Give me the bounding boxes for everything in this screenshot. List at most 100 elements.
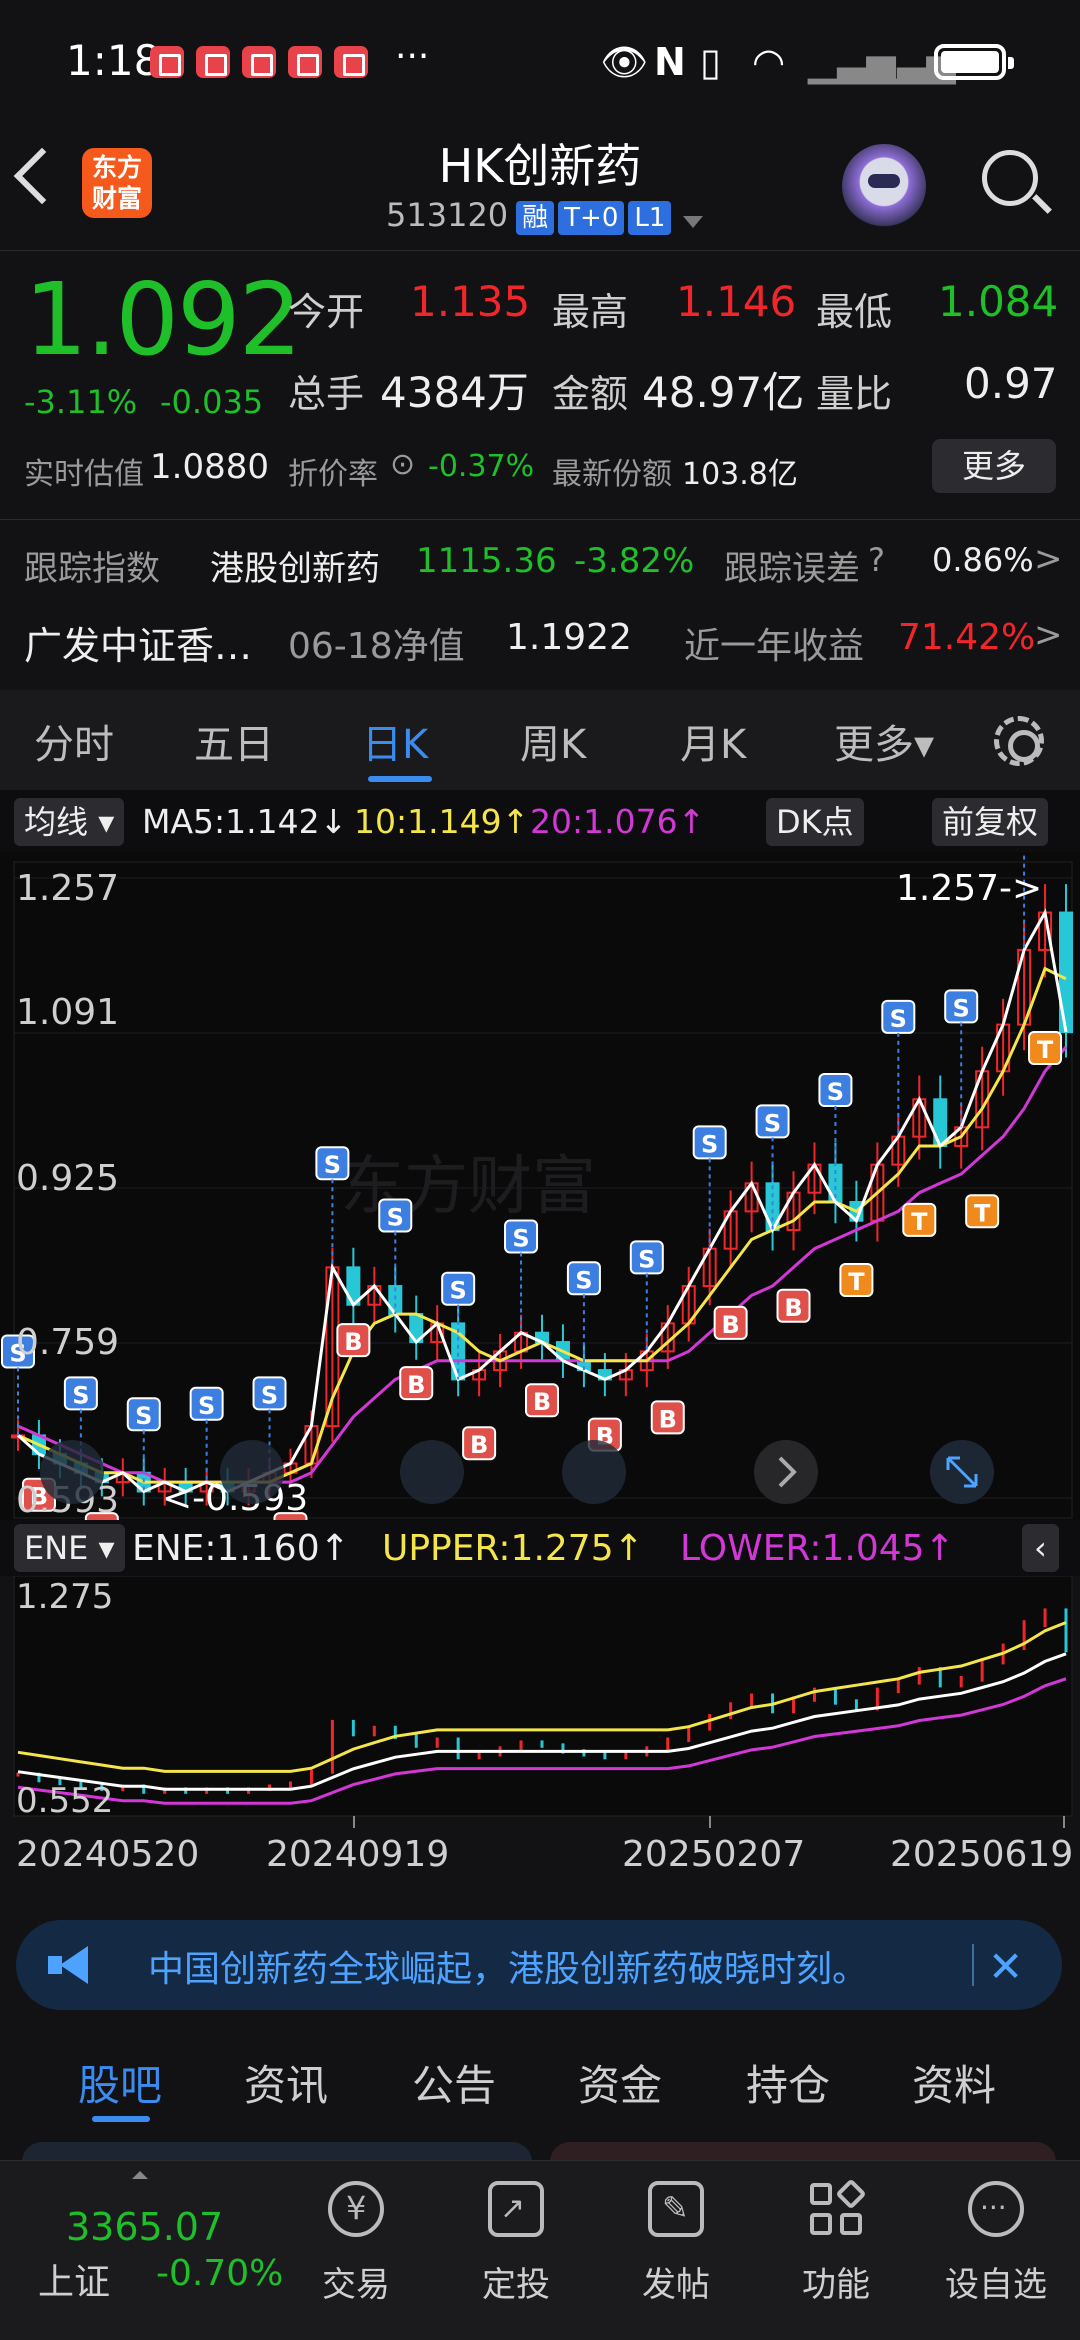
tracking-label: 跟踪指数 xyxy=(24,549,160,589)
buy-signal-marker-label: B xyxy=(533,1388,551,1416)
rewind-button[interactable] xyxy=(562,1440,626,1504)
nav-post[interactable]: ✎ 发帖 xyxy=(616,2181,736,2306)
sell-signal-marker-label: S xyxy=(72,1381,89,1409)
stock-subtitle[interactable]: 513120 融 T+0 L1 xyxy=(386,196,704,235)
market-index-name: 上证 xyxy=(38,2262,111,2303)
amount-label: 金额 xyxy=(552,372,629,416)
buy-signal-marker-label: B xyxy=(721,1311,739,1339)
ene-y-tick: 0.552 xyxy=(16,1781,113,1821)
tracking-error-label: 跟踪误差 xyxy=(724,549,860,589)
tab-funds-flow[interactable]: 资金 xyxy=(578,2052,662,2113)
market-index-change: -0.70% xyxy=(156,2253,284,2294)
ene-chart[interactable]: 1.275 0.552 20240520 20240919 20250207 2… xyxy=(0,1576,1080,1906)
nav-add-watchlist[interactable]: ··· 设自选 xyxy=(936,2181,1056,2306)
news-banner[interactable]: 中国创新药全球崛起，港股创新药破晓时刻。 ✕ xyxy=(16,1920,1062,2010)
sell-signal-marker-label: S xyxy=(575,1266,592,1294)
iopv-label: 实时估值 xyxy=(24,457,144,492)
robot-assistant-icon[interactable] xyxy=(842,144,926,228)
high-label: 最高 xyxy=(552,290,629,334)
tab-monthly-k[interactable]: 月K xyxy=(680,712,746,770)
iopv-value: 1.0880 xyxy=(150,447,269,487)
tab-daily-k[interactable]: 日K xyxy=(362,712,428,770)
market-index-value[interactable]: 3365.07 xyxy=(66,2205,223,2249)
fund-return-value: 71.42% xyxy=(898,617,1036,658)
change-abs: -0.035 xyxy=(160,383,264,421)
nav-functions[interactable]: 功能 xyxy=(776,2178,896,2306)
more-button[interactable]: 更多 xyxy=(932,439,1056,493)
nav-fixed-invest[interactable]: ↗ 定投 xyxy=(456,2181,576,2306)
y-tick: 0.925 xyxy=(16,1158,119,1199)
tab-announcements[interactable]: 公告 xyxy=(412,2052,496,2113)
grid-icon xyxy=(808,2178,867,2237)
ma20-value: 20:1.076↑ xyxy=(530,802,706,841)
ma10-value: 10:1.149↑ xyxy=(354,802,530,841)
tab-news[interactable]: 资讯 xyxy=(244,2052,328,2113)
y-tick: 0.759 xyxy=(16,1322,119,1363)
zoom-in-button[interactable] xyxy=(400,1440,464,1504)
high-marker: 1.257-> xyxy=(896,868,1042,909)
buy-signal-marker-label: T xyxy=(974,1199,991,1227)
discount-value: -0.37% xyxy=(428,449,535,484)
tab-intraday[interactable]: 分时 xyxy=(34,712,114,770)
tab-forum[interactable]: 股吧 xyxy=(78,2052,162,2113)
info-icon[interactable]: ⊙ xyxy=(390,447,415,482)
more-dots-icon: ··· xyxy=(968,2181,1024,2237)
help-icon[interactable]: ? xyxy=(868,541,885,579)
chart-frame-icon: ↗ xyxy=(488,2181,544,2237)
content-tabs: 股吧 资讯 公告 资金 持仓 资料 xyxy=(0,2030,1080,2130)
banner-text[interactable]: 中国创新药全球崛起，港股创新药破晓时刻。 xyxy=(148,1940,868,1992)
close-icon[interactable]: ✕ xyxy=(988,1942,1023,1991)
buy-signal-marker-label: T xyxy=(911,1208,928,1236)
buy-signal-marker-label: T xyxy=(1037,1036,1054,1064)
notification-icon xyxy=(196,46,230,78)
tracking-index-value: 1115.36 xyxy=(416,541,557,581)
ene-indicator-row: ENE ▾ ENE:1.160↑ UPPER:1.275↑ LOWER:1.04… xyxy=(0,1520,1080,1576)
ratio-label: 量比 xyxy=(816,372,893,416)
expand-caret-icon[interactable] xyxy=(132,2171,148,2179)
high-value: 1.146 xyxy=(676,277,797,326)
search-icon[interactable] xyxy=(982,150,1038,206)
ene-lower-value: LOWER:1.045↑ xyxy=(680,1528,955,1569)
sell-signal-marker-label: S xyxy=(261,1381,278,1409)
tag-l1: L1 xyxy=(628,201,672,235)
fund-name[interactable]: 广发中证香… xyxy=(24,615,252,670)
battery-icon xyxy=(934,44,1014,80)
collapse-icon[interactable]: ‹ xyxy=(1022,1524,1059,1572)
chevron-right-icon[interactable] xyxy=(754,1440,818,1504)
volume-value: 4384万 xyxy=(380,368,529,417)
change-pct: -3.11% xyxy=(24,383,138,421)
divider xyxy=(0,519,1080,520)
chevron-right-icon[interactable]: > xyxy=(1034,615,1063,655)
nav-label: 功能 xyxy=(802,2265,870,2305)
subchart-selector[interactable]: ENE ▾ xyxy=(14,1524,125,1572)
tab-five-day[interactable]: 五日 xyxy=(194,712,274,770)
adjust-button[interactable]: 前复权 xyxy=(932,798,1049,846)
y-tick: 1.091 xyxy=(16,992,119,1033)
amount-value: 48.97亿 xyxy=(642,368,805,417)
dropdown-caret-icon xyxy=(683,215,704,228)
fund-return-label: 近一年收益 xyxy=(684,626,865,667)
tab-more[interactable]: 更多▾ xyxy=(834,712,934,770)
tracking-index[interactable]: 港股创新药 xyxy=(210,541,380,590)
period-tabs: 分时 五日 日K 周K 月K 更多▾ xyxy=(0,690,1080,790)
subchart-selector-label: ENE xyxy=(24,1529,89,1567)
tracking-error-value: 0.86% xyxy=(932,541,1034,579)
ene-frame xyxy=(13,1576,1073,1817)
zoom-out-button[interactable] xyxy=(40,1440,104,1504)
status-bar: 1:18 ··· 👁 N ▯ ◠ ▁▃▅ ▁▃▅ xyxy=(0,0,1080,120)
tab-weekly-k[interactable]: 周K xyxy=(520,712,586,770)
quote-panel: 1.092 -3.11% -0.035 今开 1.135 最高 1.146 最低… xyxy=(0,250,1080,690)
tab-holdings[interactable]: 持仓 xyxy=(746,2052,830,2113)
dk-point-button[interactable]: DK点 xyxy=(766,798,864,846)
shares-value: 103.8亿 xyxy=(682,457,798,492)
kline-chart[interactable]: 东方财富 SBSBSBSBSBSBSBSBSBSBSBSBSBSTSTSTST … xyxy=(0,852,1080,1532)
tab-profile[interactable]: 资料 xyxy=(912,2052,996,2113)
discount-label: 折价率 xyxy=(288,457,378,492)
indicator-selector[interactable]: 均线 ▾ xyxy=(14,798,125,846)
zoom-out-button[interactable] xyxy=(220,1440,284,1504)
gear-icon[interactable] xyxy=(994,716,1044,766)
nav-trade[interactable]: ¥ 交易 xyxy=(296,2181,416,2306)
vibrate-icon: ▯ xyxy=(700,40,721,84)
more-notifications-icon: ··· xyxy=(395,36,430,77)
chevron-right-icon[interactable]: > xyxy=(1034,539,1063,579)
